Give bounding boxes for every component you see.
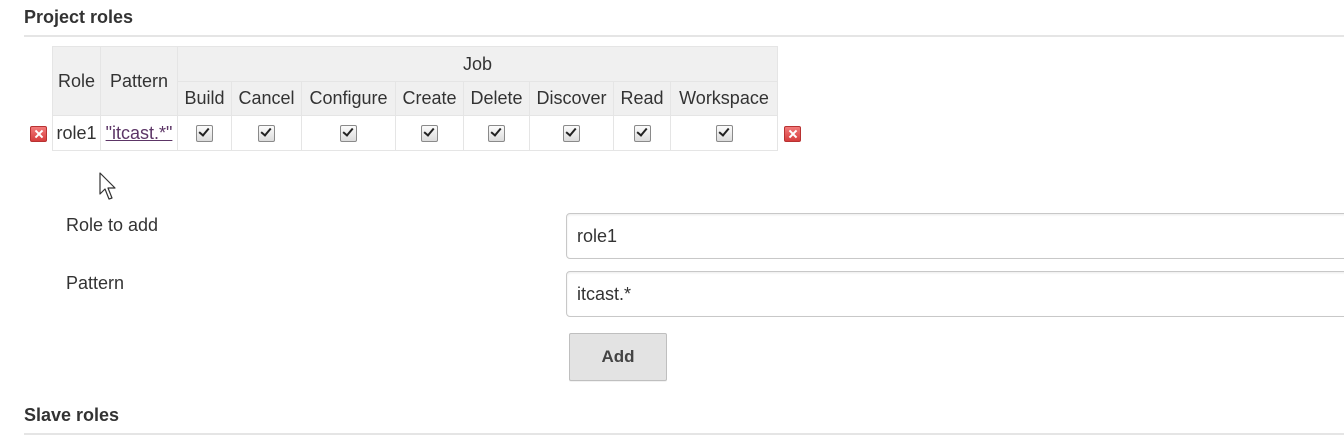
mouse-cursor-icon [99, 172, 116, 200]
role-name-cell: role1 [52, 115, 101, 151]
pattern-cell: "itcast.*" [100, 115, 178, 151]
workspace-checkbox[interactable] [715, 125, 733, 143]
permission-header-configure: Configure [301, 81, 396, 116]
permission-header-read: Read [613, 81, 671, 116]
read-checkbox[interactable] [633, 125, 651, 143]
role-column-header: Role [52, 46, 101, 116]
section-divider [24, 35, 1344, 37]
permission-cell [463, 115, 530, 151]
permission-cell [613, 115, 671, 151]
create-checkbox[interactable] [421, 125, 438, 143]
section-divider [24, 433, 1344, 435]
permission-cell [231, 115, 302, 151]
permission-header-create: Create [395, 81, 464, 116]
permission-header-delete: Delete [463, 81, 530, 116]
permission-cell [670, 115, 778, 151]
permission-header-build: Build [177, 81, 232, 116]
pattern-input[interactable] [566, 271, 1344, 317]
permission-cell [177, 115, 232, 151]
project-roles-table: Role Pattern Job Build Cancel Configure … [52, 46, 778, 151]
add-button[interactable]: Add [569, 333, 667, 381]
role-to-add-input[interactable] [566, 213, 1344, 259]
delete-checkbox[interactable] [488, 125, 505, 143]
configure-checkbox[interactable] [340, 125, 357, 143]
delete-row-icon[interactable] [784, 126, 801, 142]
slave-roles-title: Slave roles [24, 405, 120, 425]
table-row: role1 "itcast.*" [52, 115, 778, 151]
build-checkbox[interactable] [196, 125, 213, 143]
cancel-checkbox[interactable] [258, 125, 275, 143]
permission-cell [529, 115, 614, 151]
permission-header-discover: Discover [529, 81, 614, 116]
pattern-link[interactable]: "itcast.*" [106, 123, 173, 143]
permission-cell [301, 115, 396, 151]
permission-cell [395, 115, 464, 151]
role-to-add-label: Role to add [66, 215, 159, 235]
delete-row-icon[interactable] [30, 126, 47, 142]
pattern-label: Pattern [66, 273, 125, 293]
project-roles-title: Project roles [24, 7, 134, 27]
permission-header-cancel: Cancel [231, 81, 302, 116]
discover-checkbox[interactable] [563, 125, 580, 143]
pattern-column-header: Pattern [100, 46, 178, 116]
permission-header-workspace: Workspace [670, 81, 778, 116]
job-group-header: Job [177, 46, 778, 82]
